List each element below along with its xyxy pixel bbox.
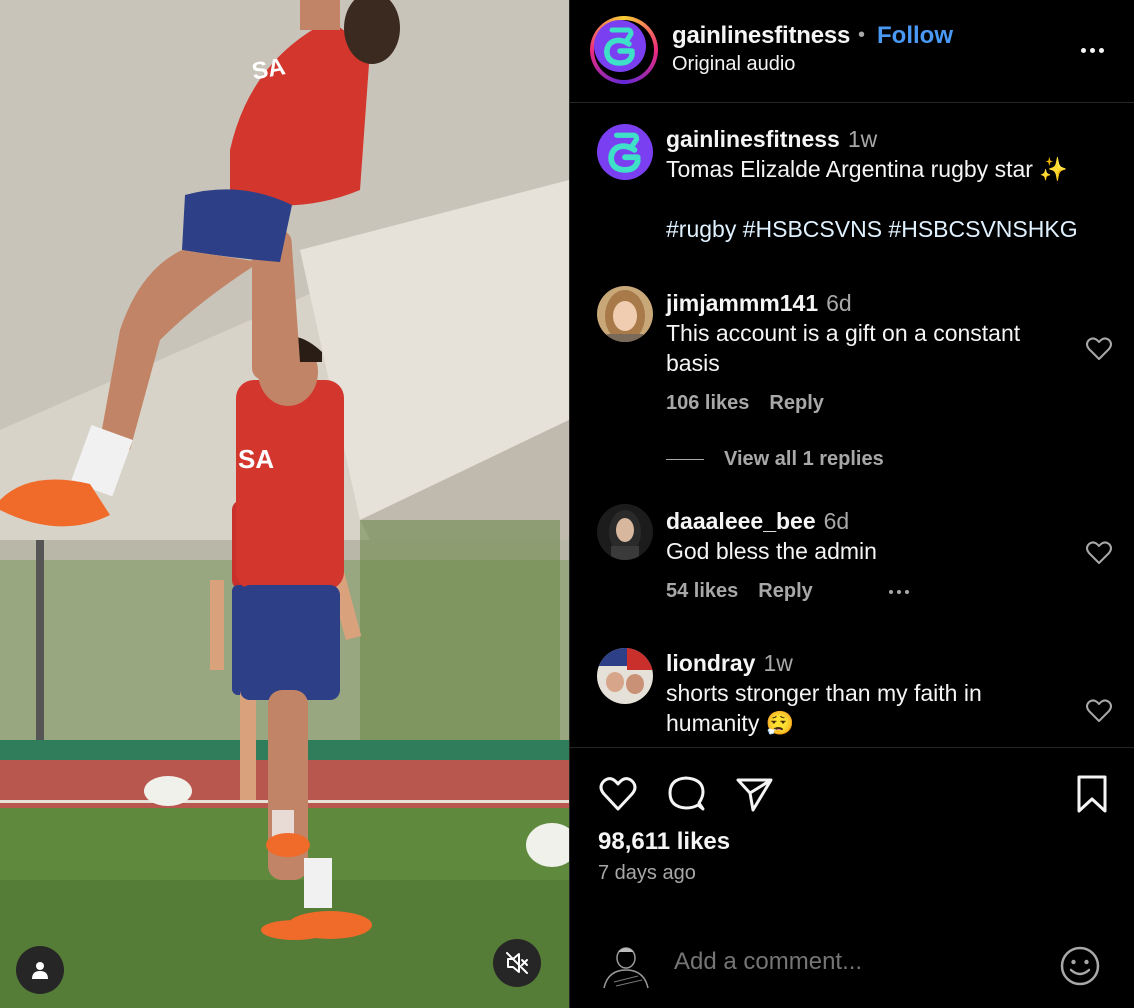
post-actions: 98,611 likes 7 days ago xyxy=(570,747,1134,907)
speaker-muted-icon xyxy=(506,952,528,974)
comment-like-button[interactable] xyxy=(1084,696,1114,726)
story-ring[interactable] xyxy=(590,16,658,84)
caption-username[interactable]: gainlinesfitness xyxy=(666,126,840,152)
mute-toggle-button[interactable] xyxy=(493,939,541,987)
heart-icon xyxy=(1086,541,1112,564)
current-user-avatar xyxy=(598,942,654,990)
avatar-photo xyxy=(597,504,653,560)
heart-icon xyxy=(1086,699,1112,722)
avatar-photo xyxy=(597,286,653,342)
comment-time[interactable]: 6d xyxy=(826,290,852,316)
svg-text:SA: SA xyxy=(238,444,274,474)
caption-time[interactable]: 1w xyxy=(848,126,877,152)
commenter-avatar[interactable] xyxy=(597,286,653,342)
comment-text: shorts stronger than my faith in humanit… xyxy=(666,680,982,736)
comment-input[interactable] xyxy=(674,948,1034,976)
post-video[interactable]: SA SA xyxy=(0,0,569,1008)
avatar-photo xyxy=(597,648,653,704)
comment-time[interactable]: 6d xyxy=(824,508,850,534)
view-replies-label: View all 1 replies xyxy=(724,448,884,470)
comment-text: This account is a gift on a constant bas… xyxy=(666,320,1021,376)
post-details-panel: gainlinesfitness • Follow Original audio… xyxy=(569,0,1134,1008)
svg-text:SA: SA xyxy=(250,53,288,85)
bookmark-icon xyxy=(1077,775,1107,813)
header-separator: • xyxy=(858,24,866,46)
comment-likes[interactable]: 106 likes xyxy=(666,392,749,415)
reply-button[interactable]: Reply xyxy=(769,392,823,415)
comment-time[interactable]: 1w xyxy=(763,650,792,676)
user-tag-icon xyxy=(32,962,48,979)
comments-list[interactable]: gainlinesfitness 1w Tomas Elizalde Argent… xyxy=(570,104,1134,746)
replies-divider xyxy=(666,459,704,460)
comment-likes[interactable]: 54 likes xyxy=(666,580,738,603)
follow-button[interactable]: Follow xyxy=(877,22,953,50)
tag-user-button[interactable] xyxy=(16,946,64,994)
view-replies-button[interactable]: View all 1 replies xyxy=(666,448,884,471)
header-username[interactable]: gainlinesfitness xyxy=(672,22,850,50)
emoji-smile-icon xyxy=(1060,946,1100,986)
caption-text: Tomas Elizalde Argentina rugby star ✨ xyxy=(666,156,1068,182)
video-frame: SA SA xyxy=(0,0,569,1008)
comment-item: jimjammm141 6d This account is a gift on … xyxy=(666,288,1076,415)
commenter-avatar[interactable] xyxy=(597,648,653,704)
comment-item: daaaleee_bee 6d God bless the admin 54 li… xyxy=(666,506,1076,603)
comment-like-button[interactable] xyxy=(1084,538,1114,568)
kettlebell-logo-icon xyxy=(604,27,635,66)
more-horizontal-icon xyxy=(888,589,893,594)
more-horizontal-icon xyxy=(1080,47,1086,53)
heart-icon xyxy=(599,777,637,811)
emoji-picker-button[interactable] xyxy=(1058,944,1102,988)
comment-item: liondray 1w shorts stronger than my faith… xyxy=(666,648,1076,738)
post-caption: gainlinesfitness 1w Tomas Elizalde Argent… xyxy=(666,124,1111,244)
comment-username[interactable]: daaaleee_bee xyxy=(666,508,816,534)
commenter-avatar[interactable] xyxy=(597,504,653,560)
heart-icon xyxy=(1086,337,1112,360)
comment-like-button[interactable] xyxy=(1084,334,1114,364)
share-button[interactable] xyxy=(732,772,776,816)
reply-button[interactable]: Reply xyxy=(758,580,812,603)
paper-plane-icon xyxy=(736,778,773,812)
caption-hashtags[interactable]: #rugby #HSBCSVNS #HSBCSVNSHKG xyxy=(666,214,1111,244)
more-options-button[interactable] xyxy=(1074,32,1110,68)
comment-composer xyxy=(570,920,1134,1008)
like-button[interactable] xyxy=(596,772,640,816)
audio-label[interactable]: Original audio xyxy=(672,53,795,76)
comment-options-button[interactable] xyxy=(888,589,909,594)
comment-button[interactable] xyxy=(664,772,708,816)
caption-avatar[interactable] xyxy=(597,124,653,180)
account-avatar xyxy=(594,20,646,72)
post-date[interactable]: 7 days ago xyxy=(598,862,696,885)
comment-bubble-icon xyxy=(668,776,705,811)
comment-text: God bless the admin xyxy=(666,538,877,564)
post-header: gainlinesfitness • Follow Original audio xyxy=(570,0,1134,103)
save-button[interactable] xyxy=(1070,772,1114,816)
comment-username[interactable]: liondray xyxy=(666,650,755,676)
kettlebell-logo-icon xyxy=(608,132,641,173)
likes-count[interactable]: 98,611 likes xyxy=(598,828,730,856)
comment-username[interactable]: jimjammm141 xyxy=(666,290,818,316)
avatar-sketch xyxy=(603,947,649,989)
